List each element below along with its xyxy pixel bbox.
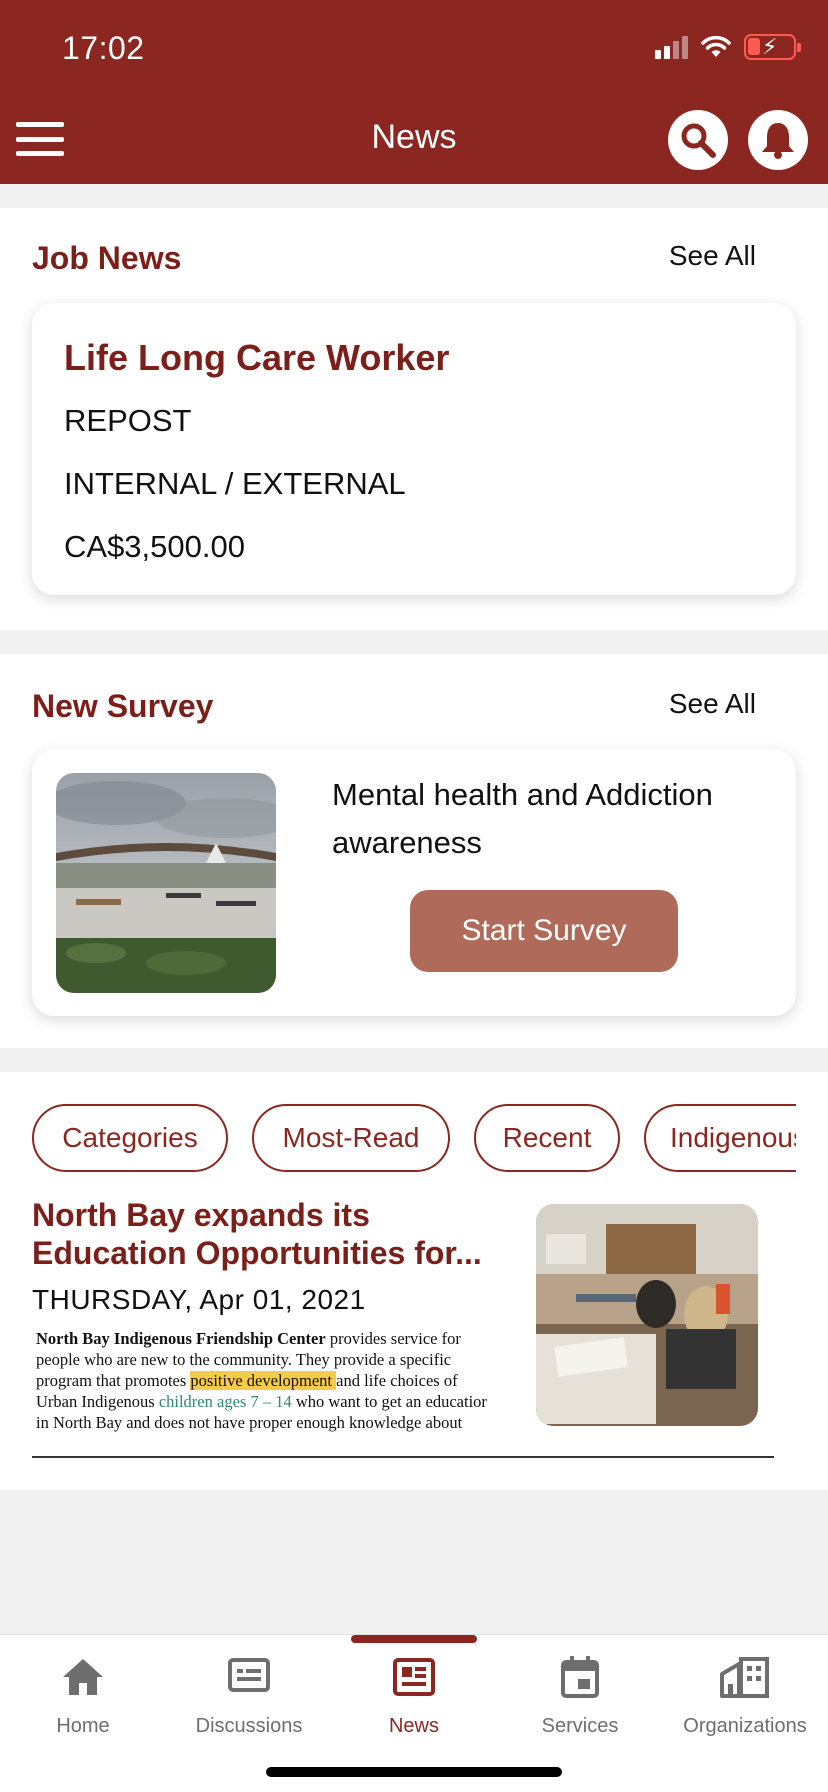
cellular-signal-icon [655,35,688,59]
survey-image [56,773,276,993]
chip-most-read[interactable]: Most-Read [252,1104,450,1172]
status-time: 17:02 [62,30,145,66]
job-title: Life Long Care Worker [64,337,450,378]
job-scope: INTERNAL / EXTERNAL [64,466,406,501]
active-tab-indicator [351,1635,477,1643]
survey-section: New Survey See All Mental health and Add… [0,654,828,1048]
app-header: 17:02 ⚡ News [0,0,828,184]
article-excerpt: North Bay Indigenous Friendship Center p… [36,1329,487,1432]
article-divider [32,1456,774,1458]
chip-recent[interactable]: Recent [474,1104,620,1172]
job-news-title: Job News [32,240,182,276]
survey-description: Mental health and Addiction awareness [332,777,713,860]
start-survey-button[interactable]: Start Survey [410,890,678,972]
tab-discussions[interactable]: Discussions [166,1649,332,1738]
search-button[interactable] [668,110,728,170]
chip-categories[interactable]: Categories [32,1104,228,1172]
status-icons: ⚡ [655,34,801,60]
calendar-icon [561,1656,599,1698]
article-title[interactable]: North Bay expands its Education Opportun… [32,1196,512,1272]
tab-news[interactable]: News [331,1649,497,1738]
wifi-icon [701,35,731,57]
tab-home[interactable]: Home [0,1649,166,1738]
bell-icon [762,123,794,159]
article-image[interactable] [536,1204,758,1426]
discussions-icon [228,1658,270,1692]
survey-card: Mental health and Addiction awareness St… [32,749,796,1016]
news-feed-section: Categories Most-Read Recent Indigenous N… [0,1072,828,1490]
job-news-section: Job News See All Life Long Care Worker R… [0,208,828,630]
search-icon [681,123,716,158]
survey-see-all[interactable]: See All [669,688,756,720]
job-news-see-all[interactable]: See All [669,240,756,272]
battery-icon: ⚡ [744,34,801,60]
job-card[interactable]: Life Long Care Worker REPOST INTERNAL / … [32,303,796,595]
home-icon [63,1659,103,1695]
job-type: REPOST [64,403,192,438]
tab-services[interactable]: Services [497,1649,663,1738]
news-icon [393,1658,435,1696]
article-date: THURSDAY, Apr 01, 2021 [32,1284,366,1315]
notifications-button[interactable] [748,110,808,170]
chip-indigenous[interactable]: Indigenous [644,1104,796,1172]
building-icon [720,1657,769,1698]
job-salary: CA$3,500.00 [64,529,245,564]
home-indicator [266,1767,562,1777]
tab-organizations[interactable]: Organizations [662,1649,828,1738]
category-chips: Categories Most-Read Recent Indigenous [32,1104,796,1176]
survey-title: New Survey [32,688,214,724]
